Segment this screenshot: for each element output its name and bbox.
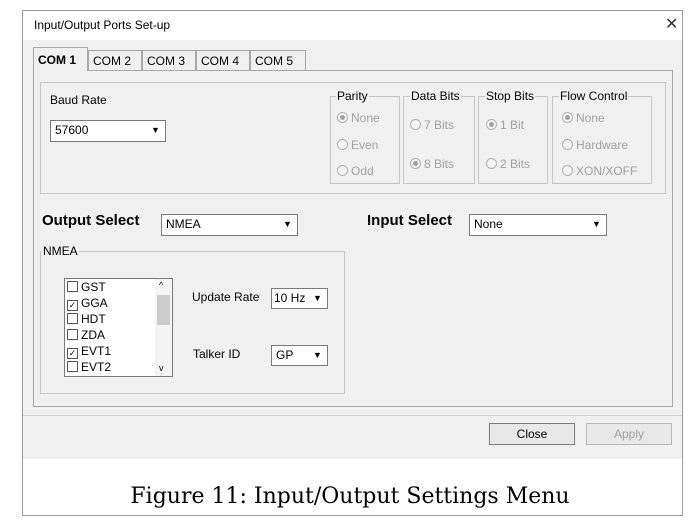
checkbox-icon[interactable]: [67, 281, 78, 292]
parity-odd-radio[interactable]: Odd: [337, 164, 374, 178]
radio-label: 7 Bits: [424, 118, 455, 132]
tab-com5[interactable]: COM 5: [250, 50, 306, 70]
chevron-down-icon: ▼: [592, 219, 601, 229]
radio-label: 2 Bits: [500, 157, 531, 171]
tab-com3[interactable]: COM 3: [142, 50, 196, 70]
radio-dot-icon: [562, 112, 573, 123]
output-select-value: NMEA: [166, 217, 201, 231]
apply-button[interactable]: Apply: [586, 423, 672, 445]
list-item-label: EVT2: [81, 360, 112, 374]
list-item-label: HDT: [81, 312, 106, 326]
chevron-down-icon: ▼: [151, 125, 160, 135]
window-title: Input/Output Ports Set-up: [34, 18, 171, 32]
close-button[interactable]: Close: [489, 423, 575, 445]
flow-control-label: Flow Control: [559, 89, 629, 103]
scroll-down-icon[interactable]: v: [159, 363, 164, 373]
baud-rate-label: Baud Rate: [50, 93, 107, 107]
radio-dot-icon: [410, 119, 421, 130]
list-item-label: GGA: [81, 296, 108, 310]
parity-none-radio[interactable]: None: [337, 111, 380, 125]
radio-label: XON/XOFF: [576, 164, 638, 178]
radio-label: Even: [351, 138, 379, 152]
chevron-down-icon: ▼: [313, 350, 322, 360]
output-select-label: Output Select: [42, 212, 140, 229]
stop-bits-2-radio[interactable]: 2 Bits: [486, 157, 530, 171]
list-item-label: ZDA: [81, 328, 105, 342]
scroll-up-icon[interactable]: ^: [159, 280, 163, 290]
tab-com4[interactable]: COM 4: [196, 50, 250, 70]
divider: [23, 415, 682, 416]
checkbox-icon[interactable]: [67, 313, 78, 324]
data-bits-label: Data Bits: [410, 89, 461, 103]
radio-dot-icon: [562, 165, 573, 176]
tab-com2[interactable]: COM 2: [88, 50, 142, 70]
radio-label: None: [576, 111, 605, 125]
list-item-gst[interactable]: GST: [67, 281, 106, 294]
input-select-value: None: [474, 217, 503, 231]
scrollbar-thumb[interactable]: [157, 295, 170, 325]
baud-rate-value: 57600: [55, 123, 89, 137]
update-rate-select[interactable]: 10 Hz ▼: [271, 288, 328, 309]
talker-id-label: Talker ID: [193, 347, 241, 361]
talker-id-value: GP: [276, 348, 294, 362]
update-rate-label: Update Rate: [192, 290, 260, 304]
flow-none-radio[interactable]: None: [562, 111, 605, 125]
list-item-hdt[interactable]: HDT: [67, 313, 106, 326]
list-item-label: GST: [81, 280, 106, 294]
update-rate-value: 10 Hz: [274, 291, 306, 305]
talker-id-select[interactable]: GP ▼: [271, 345, 328, 366]
parity-even-radio[interactable]: Even: [337, 138, 378, 152]
output-select-dropdown[interactable]: NMEA ▼: [161, 214, 298, 236]
checkbox-icon[interactable]: [67, 361, 78, 372]
stop-bits-1-radio[interactable]: 1 Bit: [486, 118, 524, 132]
input-select-dropdown[interactable]: None ▼: [469, 214, 607, 236]
radio-dot-icon: [410, 158, 421, 169]
parity-label: Parity: [336, 89, 369, 103]
checkbox-checked-icon[interactable]: ✓: [67, 300, 78, 311]
radio-label: None: [351, 111, 380, 125]
stop-bits-label: Stop Bits: [485, 89, 536, 103]
chevron-down-icon: ▼: [313, 293, 322, 303]
radio-dot-icon: [337, 139, 348, 150]
list-item-label: EVT1: [81, 344, 112, 358]
radio-dot-icon: [486, 119, 497, 130]
list-scrollbar[interactable]: ^ v: [155, 279, 172, 376]
data-bits-7-radio[interactable]: 7 Bits: [410, 118, 454, 132]
radio-label: Hardware: [576, 138, 629, 152]
radio-dot-icon: [337, 165, 348, 176]
list-item-evt1[interactable]: ✓ EVT1: [67, 345, 111, 359]
radio-label: 8 Bits: [424, 157, 455, 171]
radio-dot-icon: [562, 139, 573, 150]
list-item-evt2[interactable]: EVT2: [67, 361, 111, 374]
radio-label: 1 Bit: [500, 118, 525, 132]
tab-com1[interactable]: COM 1: [33, 47, 88, 71]
flow-hardware-radio[interactable]: Hardware: [562, 138, 628, 152]
data-bits-8-radio[interactable]: 8 Bits: [410, 157, 454, 171]
flow-xonxoff-radio[interactable]: XON/XOFF: [562, 164, 637, 178]
radio-dot-icon: [337, 112, 348, 123]
close-window-icon[interactable]: ✕: [665, 14, 678, 34]
radio-label: Odd: [351, 164, 374, 178]
chevron-down-icon: ▼: [283, 219, 292, 229]
checkbox-icon[interactable]: [67, 329, 78, 340]
radio-dot-icon: [486, 158, 497, 169]
figure-caption: Figure 11: Input/Output Settings Menu: [130, 484, 570, 509]
input-select-label: Input Select: [367, 212, 453, 229]
list-item-gga[interactable]: ✓ GGA: [67, 297, 108, 311]
baud-rate-select[interactable]: 57600 ▼: [50, 120, 166, 142]
nmea-group-label: NMEA: [42, 244, 79, 258]
nmea-message-list[interactable]: GST ✓ GGA HDT ZDA ✓ EVT1 EVT2 ^ v: [64, 278, 173, 377]
checkbox-checked-icon[interactable]: ✓: [67, 348, 78, 359]
list-item-zda[interactable]: ZDA: [67, 329, 105, 342]
